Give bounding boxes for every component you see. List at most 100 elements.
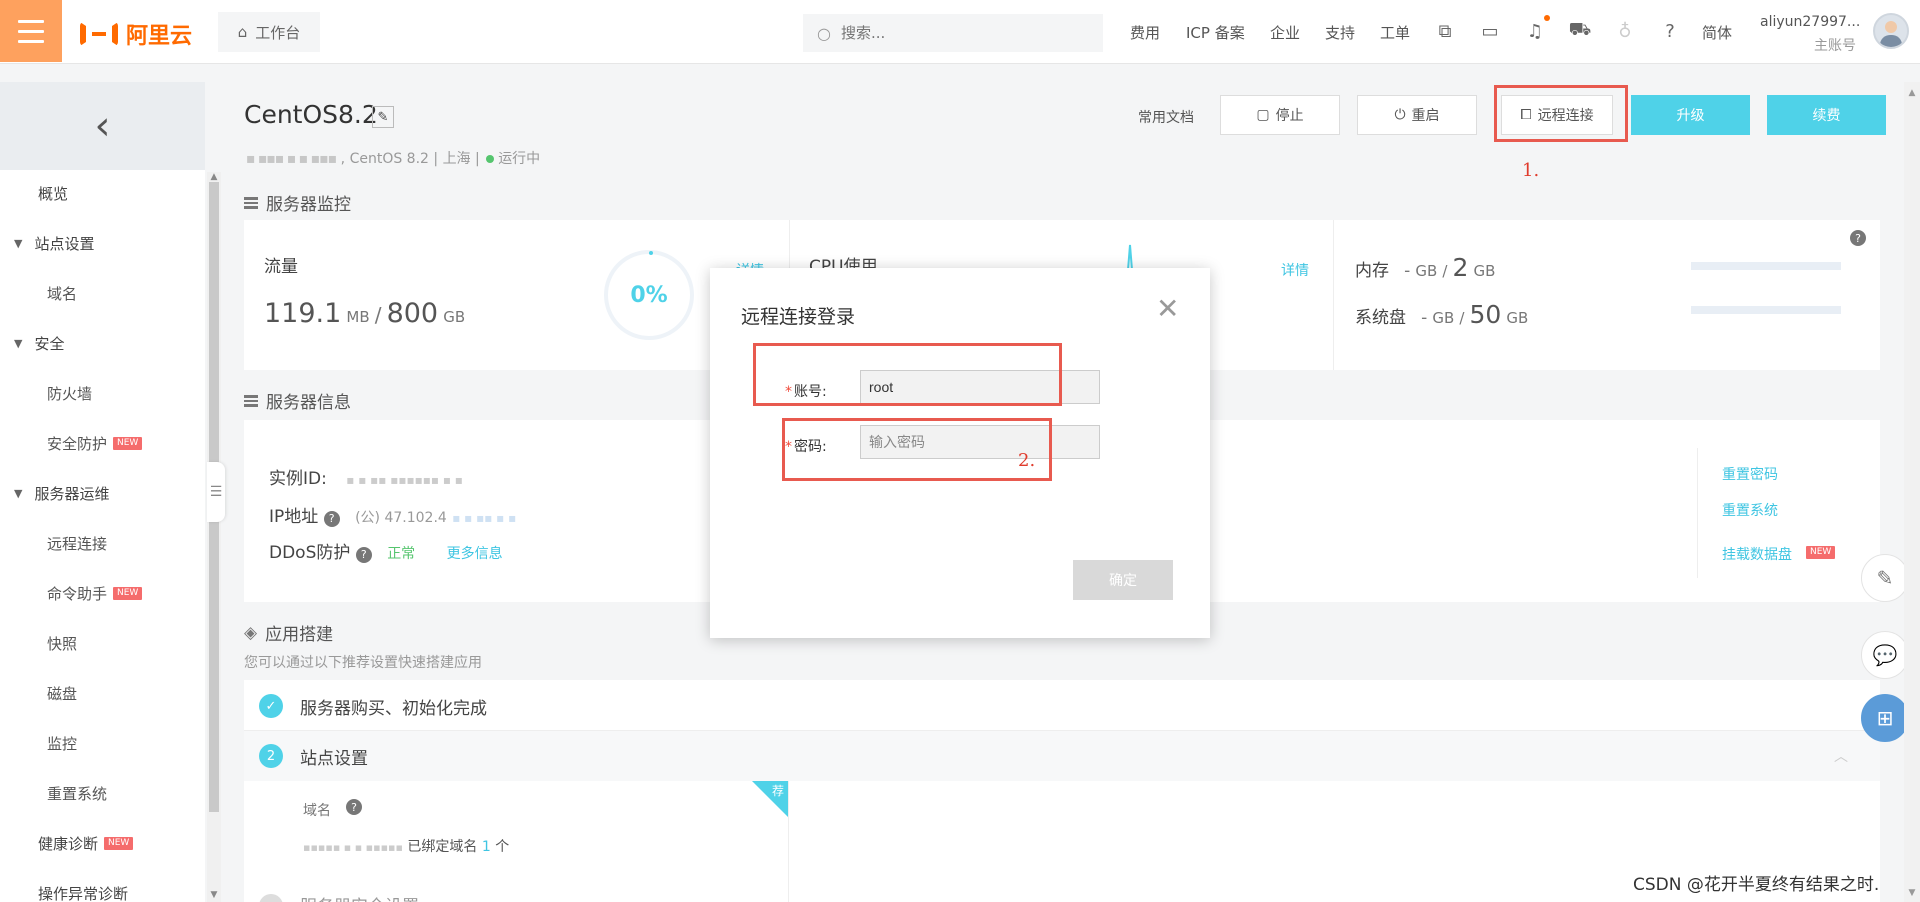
sidebar-item-overview[interactable]: 概览 (0, 170, 205, 216)
help-icon[interactable]: ? (1659, 20, 1681, 42)
cpu-details-link[interactable]: 详情 (1281, 260, 1309, 280)
apps-float-button[interactable]: ⊞ (1861, 694, 1909, 742)
annotation-box-remote (1494, 85, 1628, 142)
scroll-down-icon[interactable]: ▼ (1904, 888, 1920, 898)
user-name[interactable]: aliyun27997... (1760, 14, 1860, 30)
sidebar-item-reset-system[interactable]: 重置系统 (0, 770, 205, 816)
renew-button[interactable]: 续费 (1767, 95, 1886, 135)
step-2-number: 2 (259, 744, 283, 768)
sidebar-item-monitor[interactable]: 监控 (0, 720, 205, 766)
step-2-text[interactable]: 站点设置 (300, 744, 368, 769)
annotation-box-account (753, 343, 1062, 406)
nav-link-ticket[interactable]: 工单 (1380, 22, 1410, 43)
upgrade-button[interactable]: 升级 (1631, 95, 1750, 135)
domain-label: 域名 (303, 803, 331, 819)
scroll-up-icon[interactable]: ▲ (1904, 88, 1920, 98)
help-icon[interactable]: ? (323, 511, 340, 527)
search-icon: ○ (817, 23, 831, 43)
sidebar-group-site[interactable]: ▼ 站点设置 (0, 220, 205, 266)
help-icon[interactable]: ? (355, 547, 372, 563)
hamburger-menu-button[interactable] (0, 0, 62, 62)
aliyun-logo[interactable]: 阿里云 (80, 18, 192, 50)
sidebar-item-snapshot[interactable]: 快照 (0, 620, 205, 666)
chevron-up-icon[interactable]: ︿ (1834, 746, 1848, 766)
sidebar-group-security[interactable]: ▼ 安全 (0, 320, 205, 366)
sidebar-item-protection[interactable]: 安全防护 NEW (0, 420, 205, 466)
sidebar-handle[interactable]: ☰ (207, 462, 225, 522)
help-icon[interactable]: ? (346, 799, 362, 815)
remote-login-modal: 远程连接登录 ✕ *账号: *密码: 确定 2. (710, 268, 1210, 638)
scroll-up-icon[interactable]: ▲ (207, 172, 221, 182)
nav-link-support[interactable]: 支持 (1325, 22, 1355, 43)
sidebar-item-command[interactable]: 命令助手 NEW (0, 570, 205, 616)
nav-link-icp[interactable]: ICP 备案 (1186, 22, 1245, 43)
code-icon[interactable]: ⧉ (1434, 20, 1456, 42)
bell-icon[interactable]: ♫ (1524, 20, 1546, 42)
aliyun-logo-icon (80, 22, 118, 46)
sidebar-group-ops[interactable]: ▼ 服务器运维 (0, 470, 205, 516)
nav-link-fee[interactable]: 费用 (1130, 22, 1160, 43)
caret-down-icon: ▼ (14, 486, 23, 500)
page-scrollbar[interactable]: ▲ ▼ (1904, 82, 1920, 902)
chevron-left-icon: ‹ (94, 103, 111, 149)
sidebar-item-disk[interactable]: 磁盘 (0, 670, 205, 716)
status-dot (486, 155, 495, 163)
step-3-number (259, 894, 283, 902)
more-info-link[interactable]: 更多信息 (447, 546, 503, 562)
reset-password-link[interactable]: 重置密码 (1722, 464, 1778, 484)
annotation-step-2: 2. (1018, 450, 1036, 471)
traffic-gauge: 0% (604, 250, 694, 340)
cart-icon[interactable]: ⛟ (1569, 19, 1592, 42)
app-section-title: ◈ 应用搭建 (244, 622, 334, 646)
confirm-button[interactable]: 确定 (1073, 560, 1173, 600)
scroll-down-icon[interactable]: ▼ (207, 890, 221, 900)
new-badge: NEW (113, 436, 143, 450)
edit-icon[interactable]: ✎ (372, 106, 394, 128)
sidebar-item-exception[interactable]: 操作异常诊断 (0, 870, 205, 902)
recommend-badge: 荐 (772, 784, 785, 798)
nav-link-enterprise[interactable]: 企业 (1270, 22, 1300, 43)
instance-id-row: 实例ID: ▪ ▪ ▪▪ ▪▪▪▪▪▪ ▪ ▪ (269, 469, 463, 489)
terminal-icon[interactable]: ▭ (1479, 20, 1501, 42)
traffic-value: 119.1 MB / 800 GB (264, 298, 466, 329)
step-3-text: 服务器安全设置 (300, 892, 419, 902)
chat-icon: 💬 (1872, 643, 1898, 667)
top-bar: 阿里云 ⌂ 工作台 ○ 费用 ICP 备案 企业 支持 工单 ⧉ ▭ ♫ ⛟ ♁… (0, 0, 1920, 64)
memory-progress-bar (1691, 262, 1841, 270)
collapse-sidebar-button[interactable]: ‹ (0, 82, 205, 170)
feedback-float-button[interactable]: 💬 (1861, 631, 1909, 679)
close-icon[interactable]: ✕ (1156, 292, 1179, 325)
stop-button[interactable]: ▢ 停止 (1220, 95, 1340, 135)
workbench-button[interactable]: ⌂ 工作台 (218, 12, 320, 52)
redacted-text: ▪ ▪▪▪ ▪ ▪ ▪▪▪ (246, 151, 337, 167)
mount-disk-link[interactable]: 挂载数据盘 (1722, 544, 1792, 564)
language-switch[interactable]: 简体 (1702, 22, 1732, 43)
home-icon: ⌂ (237, 23, 248, 41)
avatar[interactable] (1873, 13, 1909, 49)
restart-button[interactable]: ⏻ 重启 (1357, 95, 1477, 135)
ddos-row: DDoS防护 ? 正常 更多信息 (269, 543, 503, 563)
docs-link[interactable]: 常用文档 (1138, 107, 1194, 127)
disk-metric: 系统盘 - GB / 50 GB (1355, 300, 1529, 329)
reset-system-link[interactable]: 重置系统 (1722, 500, 1778, 520)
help-icon[interactable]: ? (1850, 230, 1866, 246)
sidebar-item-remote[interactable]: 远程连接 (0, 520, 205, 566)
instance-subtitle: ▪ ▪▪▪ ▪ ▪ ▪▪▪ , CentOS 8.2 | 上海 | 运行中 (246, 151, 541, 167)
caret-down-icon: ▼ (14, 336, 23, 350)
bulb-icon[interactable]: ♁ (1614, 20, 1636, 42)
search-input[interactable] (840, 24, 1081, 42)
sidebar-item-health[interactable]: 健康诊断 NEW (0, 820, 205, 866)
list-icon (244, 394, 258, 407)
power-icon: ⏻ (1394, 107, 1406, 123)
edit-float-button[interactable]: ✎ (1861, 554, 1909, 602)
sidebar-scrollbar[interactable]: ▲ ▼ (207, 172, 221, 902)
layers-icon: ◈ (244, 622, 258, 643)
monitor-section-title: 服务器监控 (244, 190, 351, 215)
search-box[interactable]: ○ (803, 14, 1103, 52)
app-hint: 您可以通过以下推荐设置快速搭建应用 (244, 655, 482, 671)
disk-progress-bar (1691, 306, 1841, 314)
sidebar-item-firewall[interactable]: 防火墙 (0, 370, 205, 416)
modal-title: 远程连接登录 (741, 306, 856, 328)
sidebar-item-domain[interactable]: 域名 (0, 270, 205, 316)
step-1-text: 服务器购买、初始化完成 (300, 699, 487, 719)
